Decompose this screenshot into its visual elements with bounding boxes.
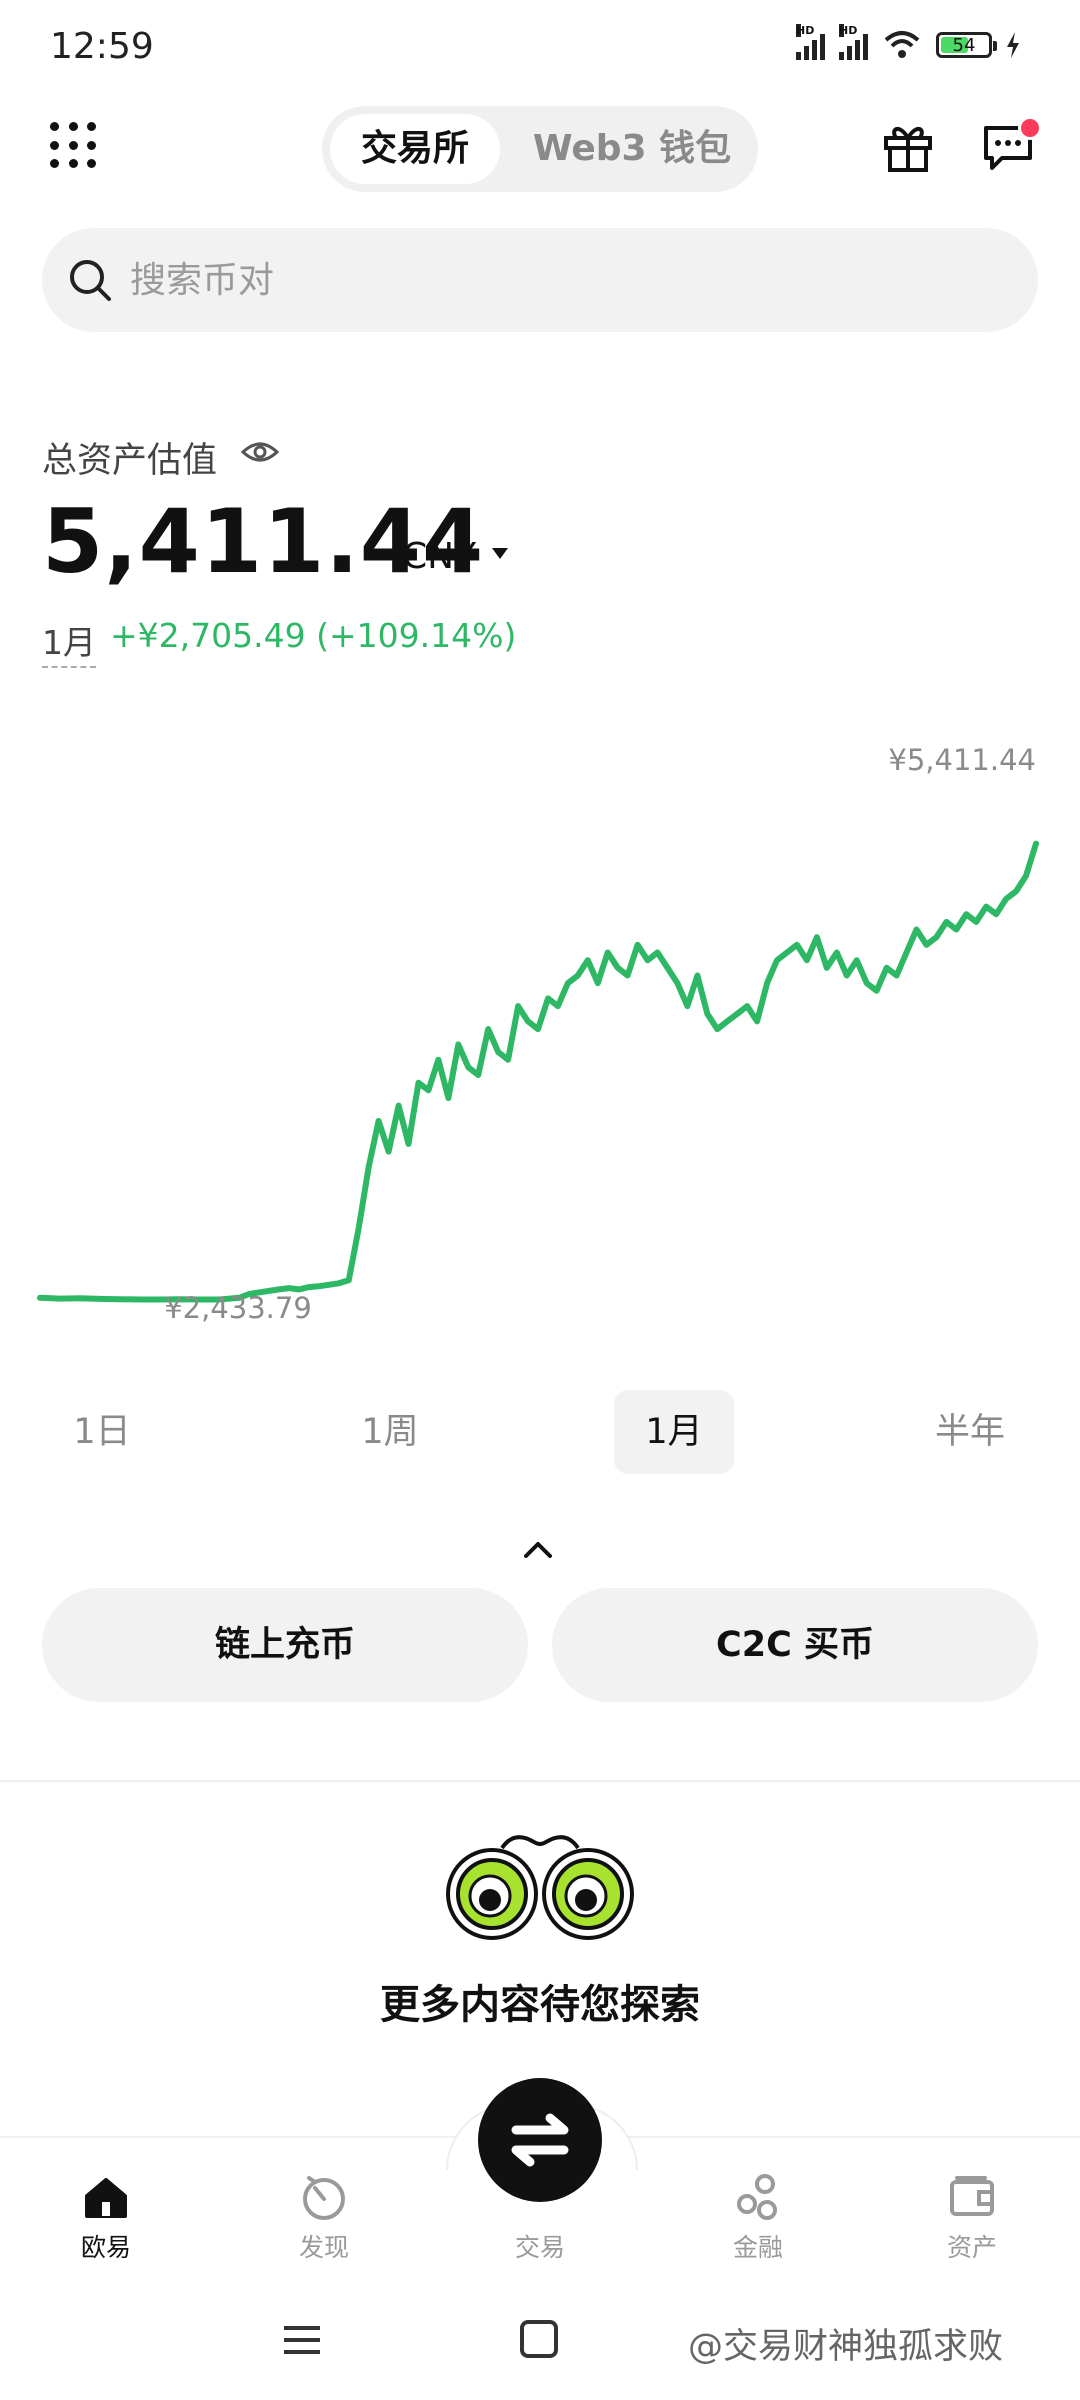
- chart-max-label: ¥5,411.44: [888, 743, 1036, 777]
- search-icon: [70, 260, 111, 301]
- wallet-icon: [950, 2176, 994, 2216]
- tab-web3-wallet[interactable]: Web3 钱包: [512, 114, 752, 184]
- caret-down-icon[interactable]: [492, 548, 508, 559]
- asset-chart: ¥5,411.44 ¥2,433.79: [37, 743, 1039, 1325]
- home-icon: [85, 2178, 127, 2218]
- c2c-buy-button[interactable]: C2C 买币: [552, 1588, 1038, 1702]
- nav-home-label: 欧易: [80, 2233, 131, 2262]
- nav-trade-label[interactable]: 交易: [480, 2228, 600, 2264]
- notification-dot: [1018, 116, 1042, 140]
- currency-selector[interactable]: CNY: [402, 536, 476, 577]
- battery-icon: 54: [936, 32, 997, 58]
- nav-finance[interactable]: 金融: [688, 2170, 828, 2264]
- finance-icon: [737, 2174, 777, 2220]
- gift-icon[interactable]: [880, 118, 936, 174]
- divider: [0, 1780, 1080, 1782]
- mode-switch: 交易所 Web3 钱包: [322, 106, 758, 192]
- tab-exchange[interactable]: 交易所: [330, 114, 500, 184]
- wifi-icon: [884, 31, 920, 58]
- battery-level: 54: [952, 34, 976, 56]
- signal-icon-2: HD: [839, 24, 868, 60]
- range-1m[interactable]: 1月: [614, 1390, 734, 1474]
- charging-icon: [1007, 32, 1019, 58]
- system-menu-icon[interactable]: [282, 2322, 322, 2358]
- onchain-deposit-button[interactable]: 链上充币: [42, 1588, 528, 1702]
- range-1w[interactable]: 1周: [338, 1390, 442, 1474]
- signal-icon: HD: [796, 24, 825, 60]
- swap-icon: [511, 2113, 569, 2167]
- chart-min-label: ¥2,433.79: [164, 1291, 312, 1325]
- nav-assets-label: 资产: [946, 2233, 997, 2262]
- range-6m[interactable]: 半年: [918, 1390, 1022, 1474]
- total-assets-label: 总资产估值: [42, 441, 218, 481]
- system-home-button[interactable]: [520, 2320, 558, 2358]
- pnl-period: 1月: [42, 616, 96, 668]
- binoculars-icon: [446, 1835, 634, 1940]
- pnl-change: +¥2,705.49 (+109.14%): [110, 616, 517, 655]
- discover-icon: [303, 2176, 345, 2220]
- eye-icon[interactable]: [240, 436, 280, 468]
- chevron-up-icon[interactable]: [520, 1538, 556, 1562]
- nav-assets[interactable]: 资产: [902, 2170, 1042, 2264]
- chart-line: [37, 840, 1039, 1303]
- status-time: 12:59: [50, 26, 154, 67]
- nav-finance-label: 金融: [732, 2233, 783, 2262]
- status-icons: HD HD 54: [796, 24, 1020, 60]
- nav-home[interactable]: 欧易: [36, 2170, 176, 2264]
- watermark: @交易财神独孤求败: [688, 2327, 1004, 2367]
- search-input[interactable]: [130, 254, 830, 306]
- nav-discover-label: 发现: [298, 2233, 349, 2262]
- explore-title: 更多内容待您探索: [380, 1982, 700, 2028]
- nav-discover[interactable]: 发现: [254, 2170, 394, 2264]
- range-1d[interactable]: 1日: [50, 1390, 154, 1474]
- menu-grid-icon[interactable]: [50, 122, 98, 170]
- trade-button[interactable]: [478, 2078, 602, 2202]
